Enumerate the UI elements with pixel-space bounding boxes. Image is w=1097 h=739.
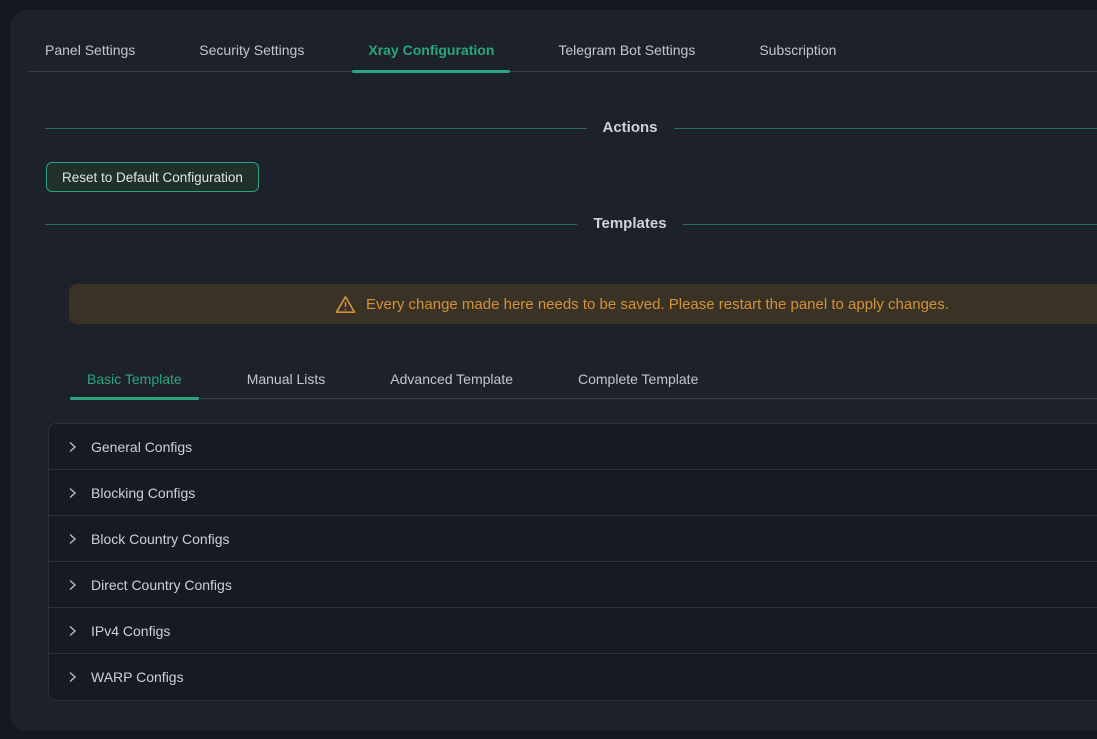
accordion-item-label: Blocking Configs: [91, 485, 195, 501]
accordion-blocking-configs[interactable]: Blocking Configs: [49, 470, 1097, 516]
tab-subscription[interactable]: Subscription: [743, 40, 852, 71]
chevron-right-icon: [67, 487, 78, 499]
accordion-item-label: IPv4 Configs: [91, 623, 170, 639]
accordion-direct-country-configs[interactable]: Direct Country Configs: [49, 562, 1097, 608]
settings-card: Panel Settings Security Settings Xray Co…: [10, 10, 1097, 731]
tab-basic-template[interactable]: Basic Template: [70, 369, 199, 398]
chevron-right-icon: [67, 671, 78, 683]
chevron-right-icon: [67, 441, 78, 453]
divider-line: [45, 128, 587, 129]
tab-xray-configuration[interactable]: Xray Configuration: [352, 40, 510, 71]
tab-security-settings[interactable]: Security Settings: [183, 40, 320, 71]
actions-section-title: Actions: [587, 117, 674, 139]
chevron-right-icon: [67, 579, 78, 591]
accordion-block-country-configs[interactable]: Block Country Configs: [49, 516, 1097, 562]
main-tab-bar: Panel Settings Security Settings Xray Co…: [29, 10, 1097, 72]
restart-warning-banner: Every change made here needs to be saved…: [69, 284, 1097, 324]
divider-line: [45, 224, 577, 225]
accordion-item-label: Block Country Configs: [91, 531, 230, 547]
tab-advanced-template[interactable]: Advanced Template: [373, 369, 530, 398]
tab-manual-lists[interactable]: Manual Lists: [230, 369, 343, 398]
warning-text: Every change made here needs to be saved…: [366, 296, 949, 313]
divider-line: [674, 128, 1097, 129]
chevron-right-icon: [67, 533, 78, 545]
accordion-ipv4-configs[interactable]: IPv4 Configs: [49, 608, 1097, 654]
reset-to-default-button[interactable]: Reset to Default Configuration: [46, 162, 259, 192]
accordion-warp-configs[interactable]: WARP Configs: [49, 654, 1097, 700]
actions-divider: Actions: [45, 117, 1097, 139]
accordion-item-label: WARP Configs: [91, 669, 184, 685]
tab-panel-settings[interactable]: Panel Settings: [29, 40, 151, 71]
templates-section-title: Templates: [577, 213, 682, 235]
tab-telegram-bot-settings[interactable]: Telegram Bot Settings: [542, 40, 711, 71]
accordion-general-configs[interactable]: General Configs: [49, 424, 1097, 470]
warning-triangle-icon: [335, 295, 356, 314]
accordion-item-label: General Configs: [91, 439, 192, 455]
tab-complete-template[interactable]: Complete Template: [561, 369, 715, 398]
accordion-item-label: Direct Country Configs: [91, 577, 232, 593]
divider-line: [683, 224, 1097, 225]
config-accordion: General Configs Blocking Configs Block C…: [48, 423, 1097, 701]
templates-divider: Templates: [45, 213, 1097, 235]
template-tab-bar: Basic Template Manual Lists Advanced Tem…: [70, 359, 1097, 399]
chevron-right-icon: [67, 625, 78, 637]
